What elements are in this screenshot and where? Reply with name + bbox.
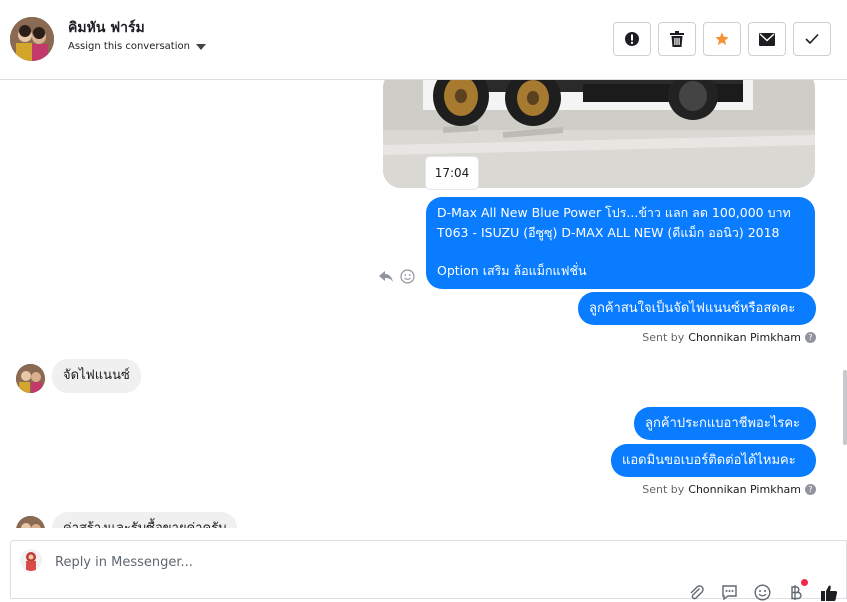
message-line: D-Max All New Blue Power โปร...ข้าว แลก … bbox=[437, 205, 791, 220]
reply-icon[interactable] bbox=[378, 268, 394, 288]
attachment-button[interactable] bbox=[687, 583, 706, 602]
exclamation-icon bbox=[625, 32, 639, 46]
conversation-actions bbox=[613, 22, 831, 56]
smiley-icon bbox=[754, 584, 771, 601]
incoming-message[interactable]: ค่าสร้างและรับซื้อขายค่าครับ bbox=[52, 512, 238, 528]
saved-replies-button[interactable] bbox=[720, 583, 739, 602]
payment-button[interactable] bbox=[786, 579, 808, 602]
assign-conversation-dropdown[interactable]: Assign this conversation bbox=[68, 41, 206, 52]
envelope-icon bbox=[759, 32, 775, 46]
outgoing-message[interactable]: ลูกค้าสนใจเป็นจัดไฟแนนซ์หรือสดคะ bbox=[578, 292, 816, 325]
emoji-react-icon[interactable] bbox=[400, 269, 415, 288]
help-icon[interactable]: ? bbox=[805, 332, 816, 343]
sent-by-label: Sent by Chonnikan Pimkham ? bbox=[642, 483, 816, 496]
contact-avatar[interactable] bbox=[10, 17, 54, 61]
sent-by-name: Chonnikan Pimkham bbox=[688, 483, 801, 496]
star-icon bbox=[715, 32, 729, 45]
baht-icon bbox=[790, 585, 802, 600]
incoming-message[interactable]: จัดไฟแนนซ์ bbox=[52, 359, 141, 393]
caret-down-icon bbox=[195, 43, 206, 50]
mark-unread-button[interactable] bbox=[748, 22, 786, 56]
conversation-header: คิมหัน ฟาร์ม Assign this conversation bbox=[0, 0, 847, 80]
paperclip-icon bbox=[690, 585, 704, 600]
sent-by-prefix: Sent by bbox=[642, 483, 685, 496]
photo-timestamp: 17:04 bbox=[426, 157, 478, 189]
reply-input[interactable] bbox=[55, 553, 655, 571]
like-button[interactable] bbox=[819, 583, 838, 602]
sent-by-label: Sent by Chonnikan Pimkham ? bbox=[642, 331, 816, 344]
speech-bubble-icon bbox=[722, 585, 737, 601]
delete-button[interactable] bbox=[658, 22, 696, 56]
message-line: Option เสริม ล้อแม็กแฟชั่น bbox=[437, 263, 587, 278]
sent-by-prefix: Sent by bbox=[642, 331, 685, 344]
reply-composer bbox=[10, 540, 847, 602]
mark-done-button[interactable] bbox=[793, 22, 831, 56]
spam-button[interactable] bbox=[613, 22, 651, 56]
outgoing-message-product[interactable]: D-Max All New Blue Power โปร...ข้าว แลก … bbox=[426, 197, 815, 289]
star-button[interactable] bbox=[703, 22, 741, 56]
emoji-button[interactable] bbox=[753, 583, 772, 602]
notification-dot bbox=[801, 579, 808, 586]
outgoing-message[interactable]: แอดมินขอเบอร์ติดต่อได้ไหมคะ bbox=[611, 444, 816, 477]
sent-by-name: Chonnikan Pimkham bbox=[688, 331, 801, 344]
sender-avatar bbox=[20, 549, 42, 571]
help-icon[interactable]: ? bbox=[805, 484, 816, 495]
trash-icon bbox=[670, 31, 684, 47]
message-line: T063 - ISUZU (อีซูซุ) D-MAX ALL NEW (ดีแ… bbox=[437, 225, 780, 240]
outgoing-message[interactable]: ลูกค้าประกแบอาชีพอะไรคะ bbox=[634, 407, 816, 440]
assign-label: Assign this conversation bbox=[68, 41, 190, 52]
composer-tools bbox=[687, 579, 838, 602]
contact-name[interactable]: คิมหัน ฟาร์ม bbox=[68, 17, 145, 39]
check-icon bbox=[805, 33, 819, 45]
thread-scrollbar[interactable] bbox=[843, 370, 847, 445]
message-thread[interactable]: 17:04 D-Max All New Blue Power โปร...ข้า… bbox=[0, 80, 847, 528]
contact-avatar-small bbox=[16, 364, 45, 393]
contact-avatar-small bbox=[16, 516, 45, 528]
